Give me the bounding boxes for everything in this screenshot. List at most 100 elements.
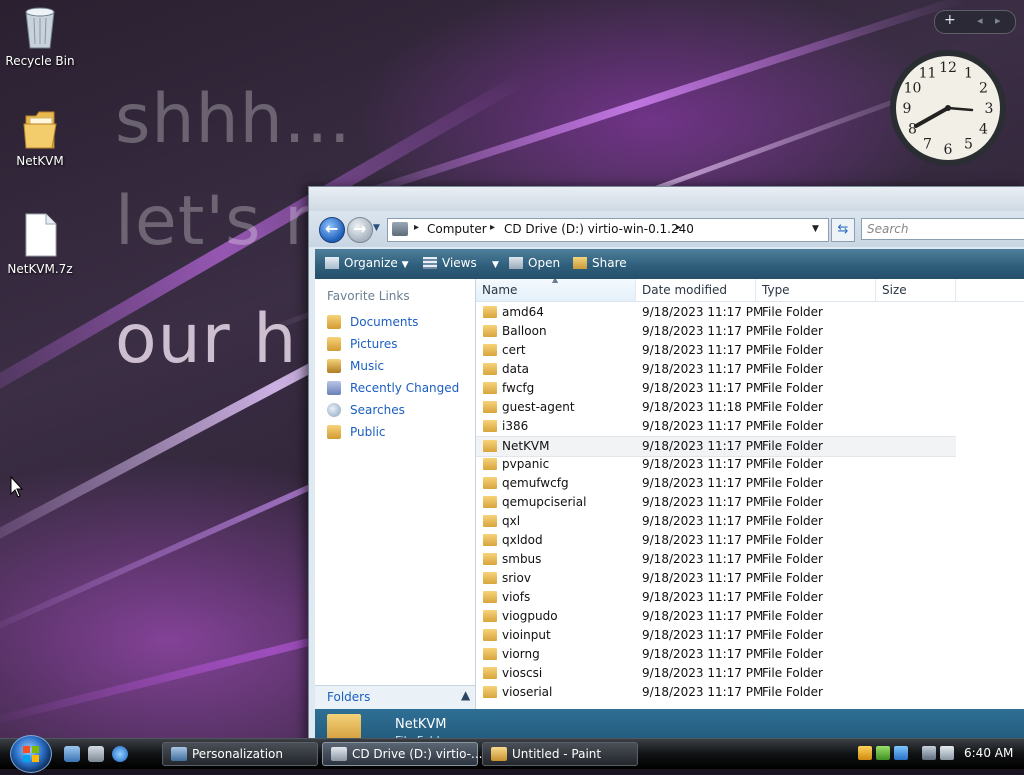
clock-numeral: 1: [964, 66, 973, 82]
file-row[interactable]: vioscsi 9/18/2023 11:17 PM File Folder: [476, 664, 956, 683]
file-name: viogpudo: [502, 609, 558, 623]
security-shield-icon[interactable]: [858, 746, 872, 760]
volume-muted-icon[interactable]: [940, 746, 954, 760]
refresh-button[interactable]: ⇆: [831, 218, 855, 242]
file-row[interactable]: qemupciserial 9/18/2023 11:17 PM File Fold…: [476, 493, 956, 512]
desktop-icon-recycle-bin[interactable]: Recycle Bin: [0, 4, 80, 68]
start-button[interactable]: [10, 735, 52, 773]
nav-link-documents[interactable]: Documents: [327, 315, 418, 329]
file-row[interactable]: data 9/18/2023 11:17 PM File Folder: [476, 360, 956, 379]
share-button[interactable]: Share: [573, 256, 627, 270]
back-button[interactable]: ←: [319, 217, 345, 243]
desktop-icon-netkvm-7z[interactable]: NetKVM.7z: [0, 212, 80, 276]
file-row[interactable]: cert 9/18/2023 11:17 PM File Folder: [476, 341, 956, 360]
folder-icon: [483, 325, 497, 337]
nav-link-public[interactable]: Public: [327, 425, 386, 439]
previous-gadget-button[interactable]: ◂: [977, 14, 983, 27]
searches-icon: [327, 403, 341, 417]
file-row[interactable]: viorng 9/18/2023 11:17 PM File Folder: [476, 645, 956, 664]
show-desktop-icon[interactable]: [64, 746, 80, 762]
forward-button[interactable]: →: [347, 217, 373, 243]
file-row[interactable]: pvpanic 9/18/2023 11:17 PM File Folder: [476, 455, 956, 474]
file-row[interactable]: vioserial 9/18/2023 11:17 PM File Folder: [476, 683, 956, 702]
clock-numeral: 7: [923, 137, 932, 153]
file-row[interactable]: Balloon 9/18/2023 11:17 PM File Folder: [476, 322, 956, 341]
windows-update-icon[interactable]: [894, 746, 908, 760]
breadcrumb-separator-icon[interactable]: ▸: [490, 222, 495, 233]
window-titlebar[interactable]: [309, 187, 1024, 211]
taskbar-button-cd-drive[interactable]: CD Drive (D:) virtio-...: [322, 742, 482, 766]
nav-link-pictures[interactable]: Pictures: [327, 337, 398, 351]
file-name: qxldod: [502, 533, 543, 547]
nav-link-recently-changed[interactable]: Recently Changed: [327, 381, 459, 395]
monitor-tray-icon[interactable]: [922, 746, 936, 760]
file-type: File Folder: [762, 419, 823, 433]
folder-icon: [483, 667, 497, 679]
breadcrumb-separator-icon[interactable]: ▸: [676, 222, 681, 233]
file-row[interactable]: guest-agent 9/18/2023 11:18 PM File Folder: [476, 398, 956, 417]
internet-explorer-icon[interactable]: [112, 746, 128, 762]
breadcrumb-computer[interactable]: Computer: [427, 222, 487, 236]
taskbar-button-paint[interactable]: Untitled - Paint: [482, 742, 638, 766]
open-button[interactable]: Open: [509, 256, 560, 270]
file-type: File Folder: [762, 666, 823, 680]
file-name: vioinput: [502, 628, 551, 642]
nav-link-label: Music: [350, 359, 385, 373]
file-row[interactable]: qxl 9/18/2023 11:17 PM File Folder: [476, 512, 956, 531]
address-dropdown-icon[interactable]: ▼: [812, 224, 819, 234]
tray-clock-time[interactable]: 6:40 AM: [964, 746, 1013, 760]
folders-toggle[interactable]: Folders ▲: [315, 685, 475, 710]
column-header-date-modified[interactable]: Date modified: [636, 279, 756, 301]
file-row[interactable]: vioinput 9/18/2023 11:17 PM File Folder: [476, 626, 956, 645]
paint-icon: [491, 747, 507, 761]
file-type: File Folder: [762, 343, 823, 357]
views-button[interactable]: Views ▼: [423, 256, 499, 270]
nav-link-searches[interactable]: Searches: [327, 403, 405, 417]
breadcrumb-cd-drive[interactable]: CD Drive (D:) virtio-win-0.1.240: [504, 222, 694, 236]
file-name: data: [502, 362, 530, 376]
file-row[interactable]: viofs 9/18/2023 11:17 PM File Folder: [476, 588, 956, 607]
file-row[interactable]: sriov 9/18/2023 11:17 PM File Folder: [476, 569, 956, 588]
next-gadget-button[interactable]: ▸: [995, 14, 1001, 27]
column-header-size[interactable]: Size: [876, 279, 956, 301]
clock-gadget[interactable]: 12 12 3 45678 9 1011: [888, 48, 1008, 168]
file-row[interactable]: smbus 9/18/2023 11:17 PM File Folder: [476, 550, 956, 569]
file-date-modified: 9/18/2023 11:17 PM: [642, 552, 764, 566]
nav-link-music[interactable]: Music: [327, 359, 384, 373]
desktop-icon-netkvm-folder[interactable]: NetKVM: [0, 108, 80, 168]
clock-numeral: 5: [964, 137, 973, 153]
column-headers: Name Date modified Type Size ▲: [476, 279, 1024, 302]
address-bar[interactable]: ▸ Computer ▸ CD Drive (D:) virtio-win-0.…: [387, 218, 829, 242]
file-type: File Folder: [762, 647, 823, 661]
navigation-pane: Favorite Links Documents Pictures Music …: [315, 279, 476, 709]
desktop-icon-label: NetKVM.7z: [7, 262, 73, 276]
file-row[interactable]: fwcfg 9/18/2023 11:17 PM File Folder: [476, 379, 956, 398]
taskbar-button-personalization[interactable]: Personalization: [162, 742, 318, 766]
file-row[interactable]: qemufwcfg 9/18/2023 11:17 PM File Folder: [476, 474, 956, 493]
file-date-modified: 9/18/2023 11:17 PM: [642, 647, 764, 661]
file-row[interactable]: i386 9/18/2023 11:17 PM File Folder: [476, 417, 956, 436]
clock-numeral: 8: [908, 122, 917, 138]
file-row[interactable]: qxldod 9/18/2023 11:17 PM File Folder: [476, 531, 956, 550]
details-title: NetKVM: [395, 717, 447, 732]
breadcrumb-separator-icon[interactable]: ▸: [414, 222, 419, 233]
add-gadget-button[interactable]: +: [944, 12, 956, 28]
network-tray-icon[interactable]: [876, 746, 890, 760]
file-row[interactable]: amd64 9/18/2023 11:17 PM File Folder: [476, 303, 956, 322]
file-date-modified: 9/18/2023 11:17 PM: [642, 666, 764, 680]
folder-icon: [483, 401, 497, 413]
file-date-modified: 9/18/2023 11:17 PM: [642, 533, 764, 547]
file-name: guest-agent: [502, 400, 575, 414]
file-row[interactable]: NetKVM 9/18/2023 11:17 PM File Folder: [476, 436, 956, 457]
switch-windows-icon[interactable]: [88, 746, 104, 762]
recent-pages-dropdown-icon[interactable]: ▼: [373, 223, 380, 233]
taskbar-button-label: CD Drive (D:) virtio-...: [352, 747, 483, 761]
gadget-toolbar: + ◂ ▸: [934, 10, 1016, 34]
file-row[interactable]: viogpudo 9/18/2023 11:17 PM File Folder: [476, 607, 956, 626]
file-date-modified: 9/18/2023 11:17 PM: [642, 381, 764, 395]
column-header-type[interactable]: Type: [756, 279, 876, 301]
file-date-modified: 9/18/2023 11:17 PM: [642, 324, 764, 338]
search-input[interactable]: Search: [861, 218, 1024, 240]
file-date-modified: 9/18/2023 11:17 PM: [642, 343, 764, 357]
organize-button[interactable]: Organize ▼: [325, 256, 409, 270]
